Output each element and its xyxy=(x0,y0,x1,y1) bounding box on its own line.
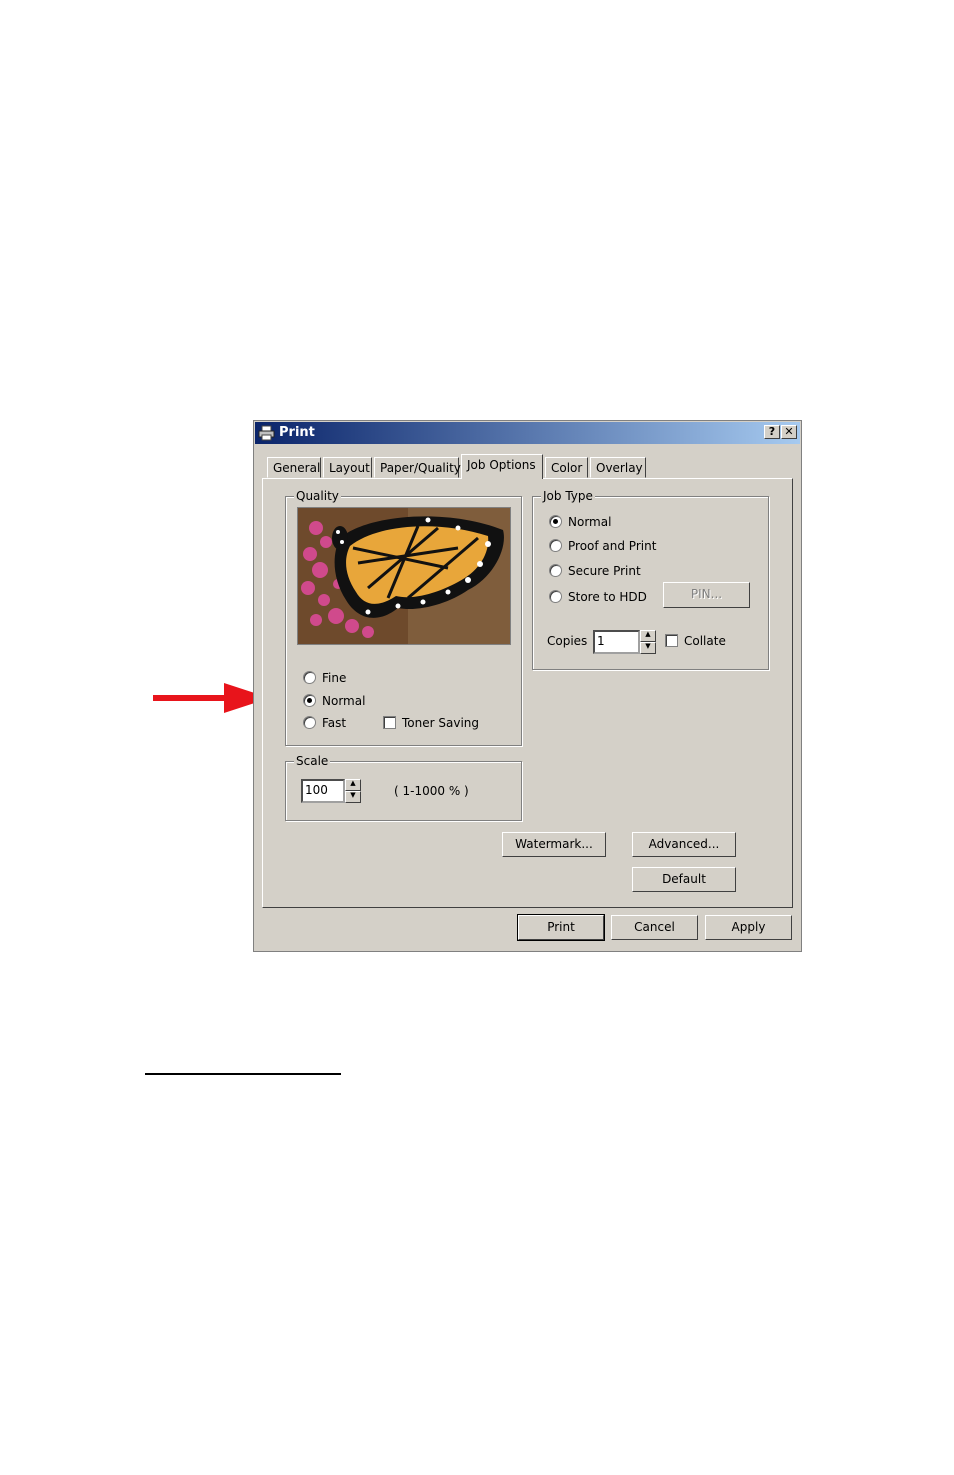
cancel-button[interactable]: Cancel xyxy=(611,915,698,940)
tab-color[interactable]: Color xyxy=(545,457,588,478)
close-button[interactable]: ✕ xyxy=(781,425,797,439)
tab-general[interactable]: General xyxy=(267,457,321,478)
job-options-panel xyxy=(262,478,793,908)
dialog-title: Print xyxy=(279,425,315,440)
tab-layout[interactable]: Layout xyxy=(323,457,372,478)
tab-overlay[interactable]: Overlay xyxy=(590,457,646,478)
apply-button[interactable]: Apply xyxy=(705,915,792,940)
help-button[interactable]: ? xyxy=(764,425,780,439)
tab-paper-quality[interactable]: Paper/Quality xyxy=(374,457,461,478)
tab-job-options[interactable]: Job Options xyxy=(461,454,543,479)
title-bar[interactable]: Print ? ✕ xyxy=(255,422,800,444)
footnote-rule xyxy=(145,1073,341,1075)
print-dialog: Print ? ✕ General Layout Paper/Quality J… xyxy=(253,420,802,952)
print-button[interactable]: Print xyxy=(517,914,605,941)
printer-icon xyxy=(258,425,275,441)
